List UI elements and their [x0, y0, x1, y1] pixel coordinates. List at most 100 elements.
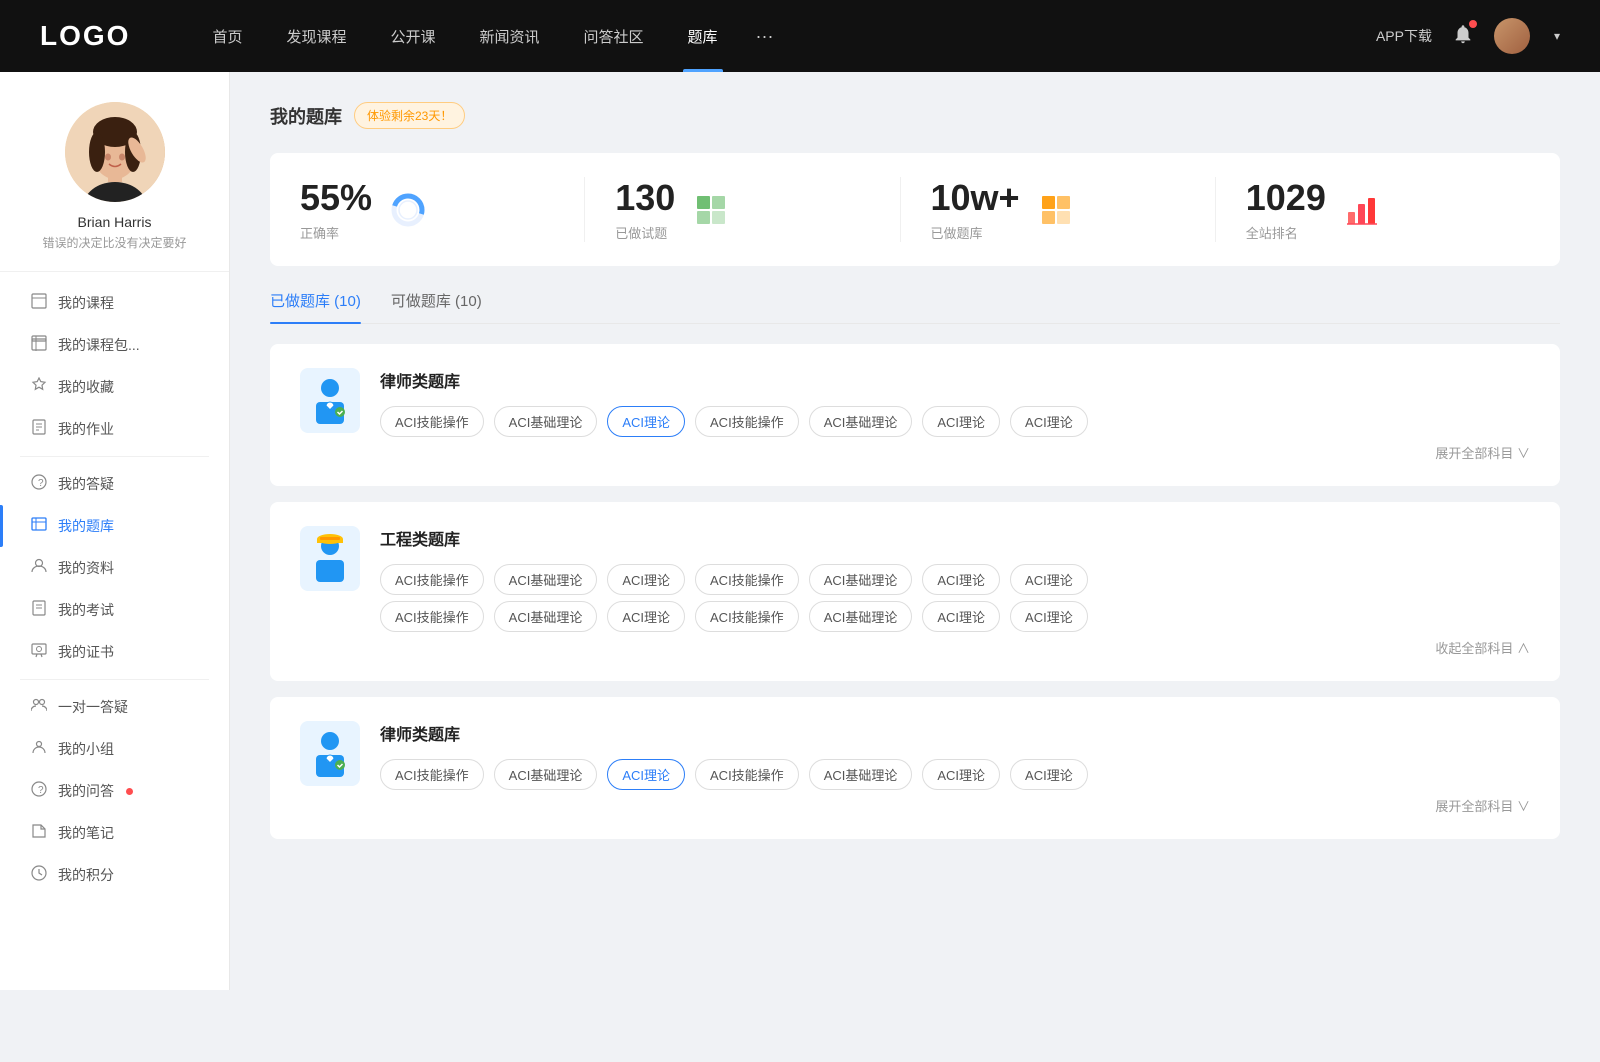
- stat-done-questions-text: 130 已做试题: [615, 177, 675, 242]
- tag-1-1[interactable]: ACI技能操作: [380, 406, 484, 437]
- eng-tag-2-2[interactable]: ACI基础理论: [494, 601, 598, 632]
- stat-done-questions-value: 130: [615, 177, 675, 219]
- eng-tag-1-7[interactable]: ACI理论: [1010, 564, 1088, 595]
- nav-home[interactable]: 首页: [190, 0, 264, 72]
- tag-1-7[interactable]: ACI理论: [1010, 406, 1088, 437]
- nav-discover[interactable]: 发现课程: [264, 0, 368, 72]
- logo: LOGO: [40, 20, 130, 52]
- nav-more[interactable]: ···: [740, 26, 790, 47]
- menu-course-package[interactable]: 我的课程包...: [0, 324, 229, 366]
- package-icon: [30, 335, 48, 355]
- tag-3-5[interactable]: ACI基础理论: [809, 759, 913, 790]
- engineer-tags-row2: ACI技能操作 ACI基础理论 ACI理论 ACI技能操作 ACI基础理论 AC…: [380, 601, 1530, 632]
- ranking-icon: [1342, 190, 1382, 230]
- lawyer-bank-icon-2: [300, 721, 360, 786]
- menu-homework[interactable]: 我的作业: [0, 408, 229, 450]
- bank-card-lawyer-1: 律师类题库 ACI技能操作 ACI基础理论 ACI理论 ACI技能操作 ACI基…: [270, 344, 1560, 486]
- banks-done-icon: [1036, 190, 1076, 230]
- stat-accuracy-text: 55% 正确率: [300, 177, 372, 242]
- bar-chart-icon: [1346, 194, 1378, 226]
- stat-accuracy-label: 正确率: [300, 223, 372, 242]
- eng-tag-2-5[interactable]: ACI基础理论: [809, 601, 913, 632]
- menu-certificate[interactable]: 我的证书: [0, 631, 229, 673]
- menu-one-on-one[interactable]: 一对一答疑: [0, 686, 229, 728]
- app-download-link[interactable]: APP下载: [1376, 26, 1432, 46]
- stat-accuracy: 55% 正确率: [300, 177, 585, 242]
- menu-exam[interactable]: 我的考试: [0, 589, 229, 631]
- qa-icon: ?: [30, 474, 48, 494]
- tag-1-2[interactable]: ACI基础理论: [494, 406, 598, 437]
- eng-tag-2-7[interactable]: ACI理论: [1010, 601, 1088, 632]
- stat-done-banks-text: 10w+ 已做题库: [931, 177, 1020, 242]
- eng-tag-1-3[interactable]: ACI理论: [607, 564, 685, 595]
- menu-homework-label: 我的作业: [58, 419, 114, 439]
- homework-icon: [30, 419, 48, 439]
- menu-group-label: 我的小组: [58, 739, 114, 759]
- group-icon: [30, 739, 48, 759]
- tag-3-2[interactable]: ACI基础理论: [494, 759, 598, 790]
- menu-qa[interactable]: ? 我的答疑: [0, 463, 229, 505]
- menu-points[interactable]: 我的积分: [0, 854, 229, 896]
- tag-3-6[interactable]: ACI理论: [922, 759, 1000, 790]
- menu-profile[interactable]: 我的资料: [0, 547, 229, 589]
- expand-link-1[interactable]: 展开全部科目 ∨: [380, 443, 1530, 462]
- stat-done-questions-label: 已做试题: [615, 223, 675, 242]
- eng-tag-2-3[interactable]: ACI理论: [607, 601, 685, 632]
- star-icon: [30, 377, 48, 397]
- menu-favorites[interactable]: 我的收藏: [0, 366, 229, 408]
- expand-link-3[interactable]: 展开全部科目 ∨: [380, 796, 1530, 815]
- questions-done-icon: [691, 190, 731, 230]
- tag-1-4[interactable]: ACI技能操作: [695, 406, 799, 437]
- stat-done-questions: 130 已做试题: [585, 177, 900, 242]
- lawyer-bank-name-2: 律师类题库: [380, 721, 1530, 745]
- accuracy-icon: [388, 190, 428, 230]
- nav-qa[interactable]: 问答社区: [562, 0, 666, 72]
- tab-available[interactable]: 可做题库 (10): [391, 290, 482, 323]
- nav-open-course[interactable]: 公开课: [368, 0, 457, 72]
- tag-3-4[interactable]: ACI技能操作: [695, 759, 799, 790]
- nav-news[interactable]: 新闻资讯: [458, 0, 562, 72]
- eng-tag-1-6[interactable]: ACI理论: [922, 564, 1000, 595]
- tag-1-3[interactable]: ACI理论: [607, 406, 685, 437]
- menu-notes[interactable]: 我的笔记: [0, 812, 229, 854]
- tag-3-3[interactable]: ACI理论: [607, 759, 685, 790]
- menu-profile-label: 我的资料: [58, 558, 114, 578]
- eng-tag-1-1[interactable]: ACI技能操作: [380, 564, 484, 595]
- divider-2: [20, 679, 209, 680]
- eng-tag-1-2[interactable]: ACI基础理论: [494, 564, 598, 595]
- eng-tag-2-1[interactable]: ACI技能操作: [380, 601, 484, 632]
- avatar[interactable]: [1494, 18, 1530, 54]
- menu-one-on-one-label: 一对一答疑: [58, 697, 128, 717]
- sidebar-menu: 我的课程 我的课程包... 我的收藏 我的作业: [0, 272, 229, 896]
- eng-tag-2-6[interactable]: ACI理论: [922, 601, 1000, 632]
- nav-question-bank[interactable]: 题库: [666, 0, 740, 72]
- donut-chart-icon: [390, 192, 426, 228]
- notification-bell[interactable]: [1452, 23, 1474, 50]
- question-bank-icon: [30, 516, 48, 536]
- user-menu-chevron[interactable]: ▾: [1554, 29, 1560, 43]
- lawyer-person-svg: [308, 376, 352, 426]
- menu-group[interactable]: 我的小组: [0, 728, 229, 770]
- eng-tag-1-4[interactable]: ACI技能操作: [695, 564, 799, 595]
- tag-3-1[interactable]: ACI技能操作: [380, 759, 484, 790]
- menu-questions[interactable]: ? 我的问答: [0, 770, 229, 812]
- courses-icon: [30, 293, 48, 313]
- eng-tag-2-4[interactable]: ACI技能操作: [695, 601, 799, 632]
- menu-question-bank[interactable]: 我的题库: [0, 505, 229, 547]
- tabs: 已做题库 (10) 可做题库 (10): [270, 290, 1560, 324]
- tag-3-7[interactable]: ACI理论: [1010, 759, 1088, 790]
- profile-motto: 错误的决定比没有决定要好: [22, 234, 206, 251]
- stat-accuracy-value: 55%: [300, 177, 372, 219]
- menu-questions-label: 我的问答: [58, 781, 114, 801]
- stat-ranking: 1029 全站排名: [1216, 177, 1530, 242]
- lawyer-bank-content-2: 律师类题库 ACI技能操作 ACI基础理论 ACI理论 ACI技能操作 ACI基…: [380, 721, 1530, 815]
- tag-1-5[interactable]: ACI基础理论: [809, 406, 913, 437]
- svg-text:?: ?: [38, 478, 44, 489]
- collapse-link[interactable]: 收起全部科目 ∧: [380, 638, 1530, 657]
- tag-1-6[interactable]: ACI理论: [922, 406, 1000, 437]
- eng-tag-1-5[interactable]: ACI基础理论: [809, 564, 913, 595]
- exam-icon: [30, 600, 48, 620]
- main-nav: 首页 发现课程 公开课 新闻资讯 问答社区 题库 ···: [190, 0, 1376, 72]
- tab-done[interactable]: 已做题库 (10): [270, 290, 361, 323]
- menu-my-courses[interactable]: 我的课程: [0, 282, 229, 324]
